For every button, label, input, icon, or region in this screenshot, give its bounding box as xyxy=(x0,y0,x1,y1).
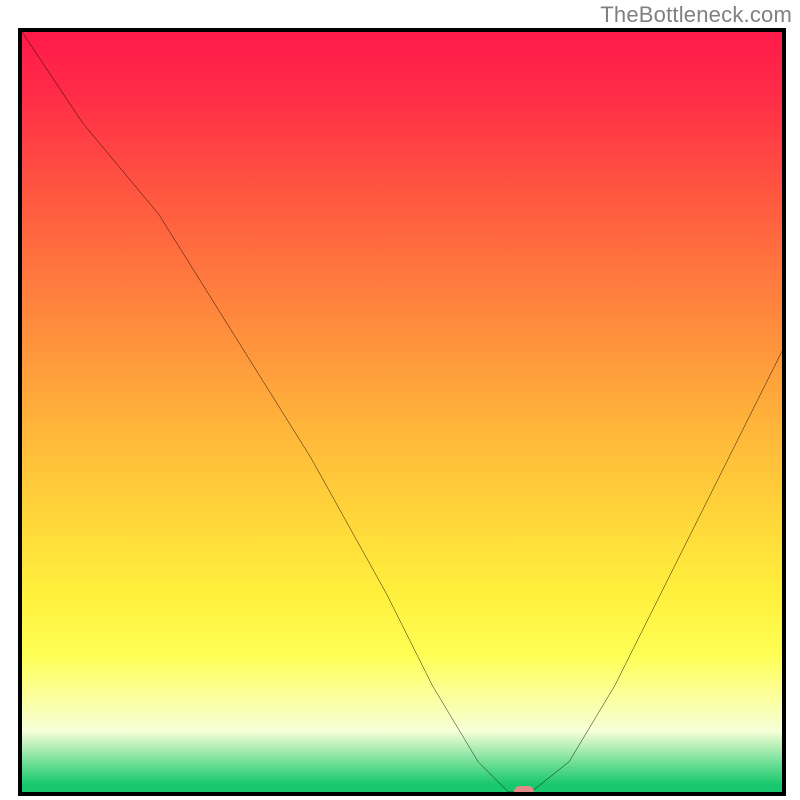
watermark-text: TheBottleneck.com xyxy=(600,2,792,28)
optimal-marker xyxy=(514,786,534,796)
plot-frame xyxy=(18,28,786,796)
bottleneck-curve xyxy=(22,32,782,792)
chart-container: TheBottleneck.com xyxy=(0,0,800,800)
curve-path xyxy=(22,32,782,792)
